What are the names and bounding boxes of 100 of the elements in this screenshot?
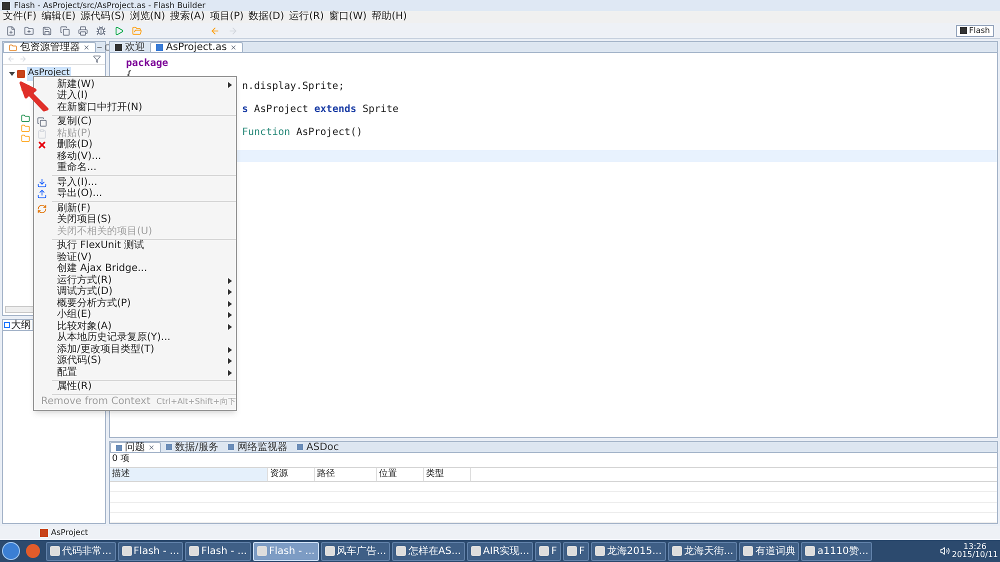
panel-icon <box>116 444 122 450</box>
menu-item[interactable]: 验证(V) <box>34 252 236 264</box>
column-header[interactable]: 类型 <box>424 468 471 481</box>
taskbar-item[interactable]: 风车广告... <box>320 542 390 560</box>
menu-item[interactable]: 概要分析方式(P) <box>34 298 236 310</box>
menu-item[interactable]: 删除(D) <box>34 140 236 151</box>
window-title: Flash - AsProject/src/AsProject.as - Flash Builder <box>14 2 206 10</box>
tab[interactable]: 大纲 <box>3 320 32 330</box>
column-header[interactable]: 描述 <box>110 468 268 481</box>
save-icon[interactable] <box>42 26 52 36</box>
print-icon[interactable] <box>78 26 88 36</box>
tab[interactable]: AsProject.as <box>150 42 243 52</box>
tab[interactable]: 欢迎 <box>110 42 150 52</box>
column-header[interactable]: 资源 <box>268 468 315 481</box>
tab[interactable]: 问题 <box>110 442 161 452</box>
menu-item[interactable]: 项目(P) <box>210 12 244 22</box>
app-icon <box>960 27 968 34</box>
app-icon <box>256 546 267 556</box>
outline-icon <box>4 322 10 328</box>
menu-item[interactable]: 导出(O)... <box>34 188 236 200</box>
code-line: s AsProject extends Sprite <box>242 104 399 115</box>
taskbar-item[interactable]: AIR实现... <box>466 542 534 560</box>
arrow-annotation <box>18 80 50 112</box>
menu-item[interactable]: 导入(I)... <box>34 177 236 188</box>
tab[interactable]: 数据/服务 <box>161 442 224 452</box>
app-icon <box>743 546 754 556</box>
code-line: package <box>126 58 168 69</box>
filter-icon[interactable] <box>93 54 101 62</box>
menu-item[interactable]: 新建(W) <box>34 79 236 90</box>
new-folder-icon[interactable] <box>24 26 34 36</box>
menu-item[interactable]: 源代码(S) <box>80 12 125 22</box>
column-header[interactable]: 位置 <box>377 468 424 481</box>
import-icon <box>37 178 47 188</box>
menu-item[interactable]: 运行方式(R) <box>34 275 236 286</box>
menu-item[interactable]: 数据(D) <box>248 12 284 22</box>
taskbar-item[interactable]: 龙海2015... <box>590 542 666 560</box>
menu-item[interactable]: 帮助(H) <box>372 12 407 22</box>
taskbar-item[interactable]: F <box>535 542 562 560</box>
taskbar-item[interactable]: 龙海天街... <box>668 542 738 560</box>
app-icon <box>324 546 335 556</box>
close-icon[interactable] <box>230 44 237 51</box>
problem-count: 0 项 <box>111 453 131 466</box>
menu-item[interactable]: 窗口(W) <box>328 12 367 22</box>
taskbar-item[interactable]: Flash - ... <box>185 542 251 560</box>
menu-item[interactable]: 创建 Ajax Bridge... <box>34 264 236 275</box>
panel-icon <box>228 444 234 450</box>
menu-item[interactable]: 比较对象(A) <box>34 321 236 332</box>
tab[interactable]: 网络监视器 <box>223 442 292 452</box>
menu-item[interactable]: 搜索(A) <box>170 12 205 22</box>
menu-item[interactable]: 浏览(N) <box>130 12 166 22</box>
menu-item[interactable]: 小组(E) <box>34 310 236 321</box>
debug-icon[interactable] <box>96 26 106 36</box>
app-icon <box>2 2 10 10</box>
tab[interactable]: ASDoc <box>292 442 344 452</box>
taskbar-item[interactable]: 有道词典 <box>739 542 800 560</box>
close-icon[interactable] <box>148 444 155 451</box>
volume-icon[interactable] <box>940 546 950 556</box>
menu-item[interactable]: 运行(R) <box>289 12 324 22</box>
code-line: Function AsProject() <box>242 127 362 138</box>
menu-item[interactable]: 调试方式(D) <box>34 286 236 298</box>
copy-icon[interactable] <box>60 26 70 36</box>
file-icon <box>115 44 122 50</box>
menu-item[interactable]: 移动(V)... <box>34 151 236 162</box>
app-icon[interactable] <box>26 544 40 558</box>
clipboard-icon <box>37 128 47 139</box>
menu-item[interactable]: 进入(I) <box>34 90 236 102</box>
app-icon <box>594 546 605 556</box>
taskbar-item[interactable]: F <box>563 542 589 560</box>
menu-item[interactable]: 添加/更改项目类型(T) <box>34 344 236 356</box>
status-text: AsProject <box>51 527 88 539</box>
menu-item[interactable]: 属性(R) <box>34 382 236 393</box>
start-button[interactable] <box>2 542 20 560</box>
menu-item[interactable]: 重命名... <box>34 162 236 174</box>
panel-icon <box>297 444 304 450</box>
close-icon <box>37 140 47 150</box>
menu-item[interactable]: 编辑(E) <box>42 12 76 22</box>
clock-time: 13:26 <box>963 543 986 551</box>
menu-item[interactable]: 从本地历史记录复原(Y)... <box>34 332 236 344</box>
menu-item[interactable]: 刷新(F) <box>34 203 236 214</box>
column-header[interactable]: 路径 <box>315 468 377 481</box>
menu-item[interactable]: 执行 FlexUnit 测试 <box>34 240 236 252</box>
taskbar-item[interactable]: a1110赞... <box>801 542 872 560</box>
taskbar-item[interactable]: 怎样在AS... <box>392 542 465 560</box>
app-icon <box>672 546 682 556</box>
menu-item[interactable]: 源代码(S) <box>34 356 236 367</box>
menu-item[interactable]: 文件(F) <box>3 12 37 22</box>
taskbar-item[interactable]: 代码非常... <box>46 542 116 560</box>
app-icon <box>567 546 578 556</box>
close-icon[interactable] <box>83 44 90 51</box>
menu-item[interactable]: 复制(C) <box>34 116 236 128</box>
tab[interactable]: 包资源管理器 <box>3 42 96 52</box>
menu-item[interactable]: 在新窗口中打开(N) <box>34 102 236 114</box>
menu-item[interactable]: 配置 <box>34 367 236 378</box>
run-icon[interactable] <box>114 26 124 36</box>
perspective-button[interactable]: Flash <box>956 24 994 36</box>
app-icon <box>396 546 406 556</box>
taskbar-item[interactable]: Flash - ... <box>118 542 184 560</box>
menu-item[interactable]: 关闭项目(S) <box>34 214 236 226</box>
clock-date: 2015/10/11 <box>952 551 998 559</box>
new-file-icon[interactable] <box>6 26 16 36</box>
